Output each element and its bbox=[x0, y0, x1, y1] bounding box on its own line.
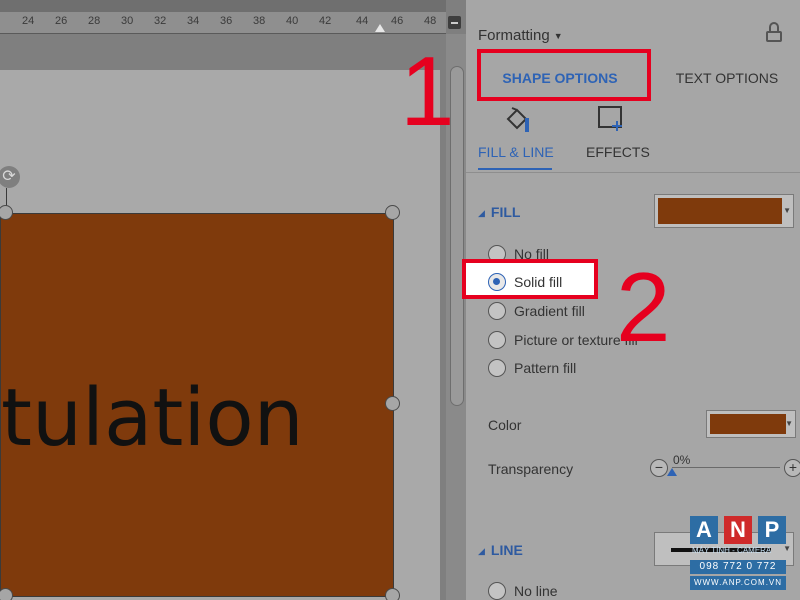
collapse-triangle-icon: ◢ bbox=[478, 545, 485, 556]
logo-letter: A bbox=[690, 516, 718, 544]
ruler-tick-label: 34 bbox=[187, 15, 200, 27]
resize-handle-bottom-left[interactable] bbox=[0, 588, 13, 600]
ruler-tick-label: 30 bbox=[121, 15, 134, 27]
anp-logo: A N P MÁY TÍNH - CAMERA 098 772 0 772 WW… bbox=[690, 516, 786, 590]
dropdown-arrow-icon: ▼ bbox=[785, 419, 793, 428]
step-number-2: 2 bbox=[616, 252, 671, 362]
ruler-tick-label: 48 bbox=[424, 15, 437, 27]
radio-button[interactable] bbox=[488, 582, 506, 600]
highlight-box-step-1 bbox=[477, 49, 651, 101]
color-picker[interactable]: ▼ bbox=[706, 410, 796, 438]
ruler-tick-label: 26 bbox=[55, 15, 68, 27]
resize-handle-bottom-right[interactable] bbox=[385, 588, 400, 600]
ruler-tick-label: 40 bbox=[286, 15, 299, 27]
transparency-label: Transparency bbox=[488, 461, 574, 477]
step-number-1: 1 bbox=[400, 36, 455, 146]
ruler-tick-label: 24 bbox=[22, 15, 35, 27]
ruler-tick-label: 32 bbox=[154, 15, 167, 27]
transparency-slider[interactable] bbox=[672, 467, 780, 468]
ruler-tick-label: 28 bbox=[88, 15, 101, 27]
selected-shape[interactable]: tulation bbox=[0, 213, 394, 597]
resize-handle-top-right[interactable] bbox=[385, 205, 400, 220]
plus-icon[interactable]: + bbox=[784, 459, 800, 477]
ruler-toggle-icon[interactable] bbox=[448, 16, 461, 29]
ruler-tick-label: 38 bbox=[253, 15, 266, 27]
line-heading: LINE bbox=[490, 542, 523, 558]
logo-phone: 098 772 0 772 bbox=[690, 560, 786, 574]
ruler-tick-label: 36 bbox=[220, 15, 233, 27]
color-label: Color bbox=[488, 417, 522, 433]
slider-thumb[interactable] bbox=[667, 468, 677, 476]
line-section-header[interactable]: ◢ LINE bbox=[478, 542, 523, 558]
radio-label: No line bbox=[514, 583, 558, 599]
ruler-tick-label: 42 bbox=[319, 15, 332, 27]
minus-icon[interactable]: − bbox=[650, 459, 668, 477]
shape-text[interactable]: tulation bbox=[1, 372, 304, 464]
logo-letter: P bbox=[758, 516, 786, 544]
ruler-indent-marker[interactable] bbox=[375, 24, 385, 32]
logo-tagline: MÁY TÍNH - CAMERA bbox=[692, 546, 772, 555]
logo-letter: N bbox=[724, 516, 752, 544]
horizontal-ruler[interactable]: 24 26 28 30 32 34 36 38 40 42 44 46 48 bbox=[0, 0, 446, 34]
color-swatch bbox=[710, 414, 786, 434]
ruler-tick-label: 44 bbox=[356, 15, 369, 27]
resize-handle-right[interactable] bbox=[385, 396, 400, 411]
logo-website: WWW.ANP.COM.VN bbox=[690, 576, 786, 590]
transparency-value: 0% bbox=[673, 453, 691, 467]
ruler-tick-label: 46 bbox=[391, 15, 404, 27]
highlight-box-step-2 bbox=[462, 259, 598, 299]
